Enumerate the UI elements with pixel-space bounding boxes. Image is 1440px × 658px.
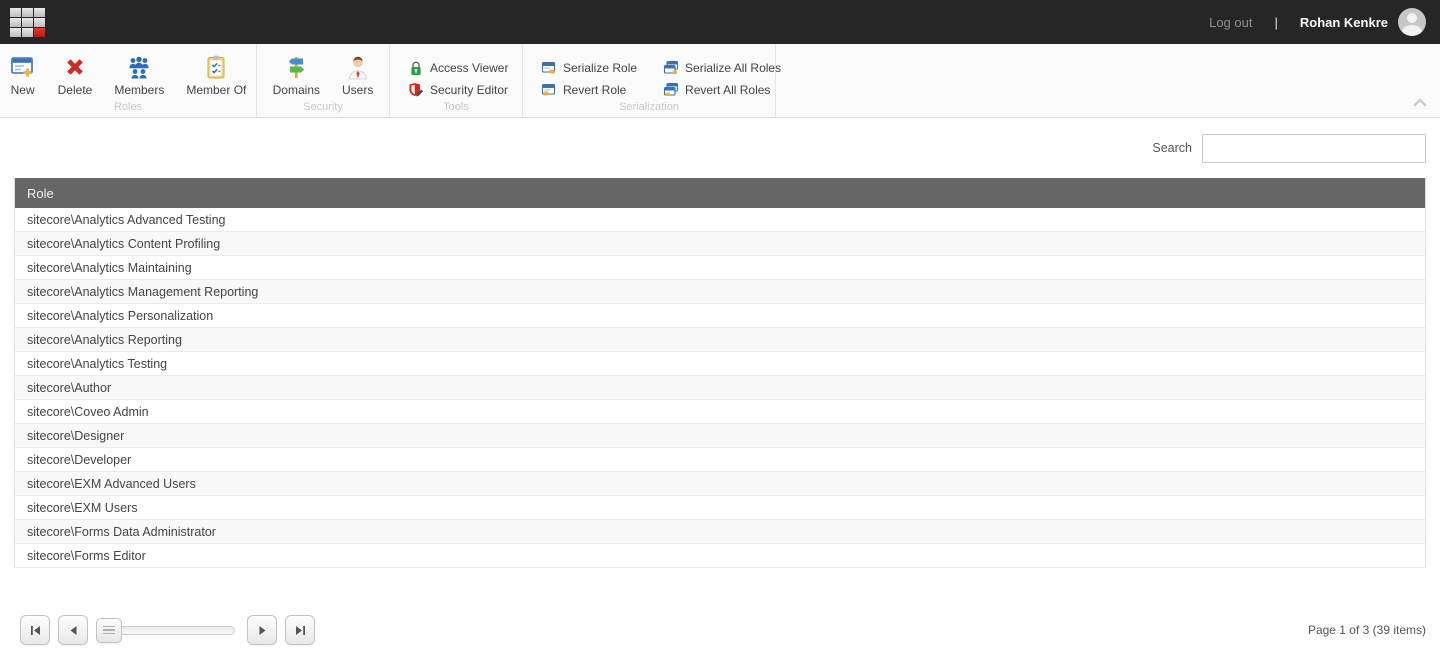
table-row[interactable]: sitecore\Author [15, 376, 1425, 400]
revert-role-button[interactable]: Revert Role [541, 82, 637, 98]
previous-page-button[interactable] [58, 615, 88, 645]
previous-page-icon [68, 625, 79, 636]
button-label: Access Viewer [430, 61, 508, 75]
sitecore-logo-icon[interactable] [10, 8, 45, 37]
ribbon-group-label: Security [257, 101, 389, 113]
table-row[interactable]: sitecore\EXM Users [15, 496, 1425, 520]
table-row[interactable]: sitecore\Coveo Admin [15, 400, 1425, 424]
serialize-all-windows-icon [663, 60, 679, 76]
table-row[interactable]: sitecore\Analytics Maintaining [15, 256, 1425, 280]
table-row[interactable]: sitecore\Analytics Testing [15, 352, 1425, 376]
security-editor-button[interactable]: Security Editor [408, 82, 508, 98]
button-label: Revert Role [563, 83, 626, 97]
button-label: Members [114, 83, 164, 97]
ribbon-collapse-chevron-icon[interactable] [1412, 95, 1428, 113]
topbar: Log out | Rohan Kenkre [0, 0, 1440, 44]
ribbon-group-label: Roles [0, 101, 256, 113]
page-slider-track[interactable] [119, 626, 235, 635]
logout-link[interactable]: Log out [1209, 15, 1252, 30]
button-label: Revert All Roles [685, 83, 770, 97]
table-row[interactable]: sitecore\Forms Data Administrator [15, 520, 1425, 544]
search-input[interactable] [1202, 134, 1426, 163]
ribbon-group-label: Serialization [523, 101, 775, 113]
ribbon-toolbar: New Delete Members [0, 44, 1440, 118]
new-window-icon [10, 54, 36, 80]
last-page-icon [295, 625, 306, 636]
ribbon-group-label: Tools [390, 101, 522, 113]
signpost-icon [283, 54, 309, 80]
table-row[interactable]: sitecore\Developer [15, 448, 1425, 472]
revert-window-icon [541, 82, 557, 98]
topbar-user-area: Log out | Rohan Kenkre [1209, 8, 1426, 36]
table-row[interactable]: sitecore\Analytics Advanced Testing [15, 208, 1425, 232]
delete-role-button[interactable]: Delete [47, 54, 104, 97]
button-label: New [11, 83, 35, 97]
table-row[interactable]: sitecore\Analytics Personalization [15, 304, 1425, 328]
table-row[interactable]: sitecore\Analytics Management Reporting [15, 280, 1425, 304]
ribbon-group-security: Domains Users Security [257, 44, 390, 117]
next-page-icon [257, 625, 268, 636]
table-row[interactable]: sitecore\EXM Advanced Users [15, 472, 1425, 496]
table-row[interactable]: sitecore\Analytics Content Profiling [15, 232, 1425, 256]
new-role-button[interactable]: New [0, 54, 47, 97]
table-row[interactable]: sitecore\Forms Editor [15, 544, 1425, 568]
user-person-icon [345, 54, 371, 80]
button-label: Domains [273, 83, 320, 97]
access-viewer-button[interactable]: Access Viewer [408, 60, 508, 76]
role-table-body: sitecore\Analytics Advanced Testingsitec… [15, 208, 1425, 568]
shield-pencil-icon [408, 82, 424, 98]
search-label: Search [1152, 141, 1192, 155]
lock-icon [408, 60, 424, 76]
clipboard-check-icon [203, 54, 229, 80]
page-slider [96, 618, 235, 643]
table-row[interactable]: sitecore\Analytics Reporting [15, 328, 1425, 352]
role-table: Role sitecore\Analytics Advanced Testing… [14, 178, 1426, 568]
button-label: Serialize Role [563, 61, 637, 75]
domains-button[interactable]: Domains [262, 54, 331, 97]
users-button[interactable]: Users [331, 54, 384, 97]
first-page-button[interactable] [20, 615, 50, 645]
ribbon-group-tools: Access Viewer Security Editor Tools [390, 44, 523, 117]
pager-status: Page 1 of 3 (39 items) [1308, 623, 1426, 637]
delete-x-icon [62, 54, 88, 80]
revert-all-roles-button[interactable]: Revert All Roles [663, 82, 781, 98]
table-row[interactable]: sitecore\Designer [15, 424, 1425, 448]
serialize-all-roles-button[interactable]: Serialize All Roles [663, 60, 781, 76]
members-group-icon [126, 54, 152, 80]
member-of-button[interactable]: Member Of [175, 54, 257, 97]
user-name[interactable]: Rohan Kenkre [1300, 15, 1388, 30]
search-bar: Search [0, 133, 1426, 163]
serialize-role-button[interactable]: Serialize Role [541, 60, 637, 76]
revert-all-windows-icon [663, 82, 679, 98]
button-label: Member Of [186, 83, 246, 97]
role-column-header: Role [15, 178, 1425, 208]
pager: Page 1 of 3 (39 items) [20, 614, 1426, 646]
topbar-separator: | [1274, 15, 1277, 30]
ribbon-group-roles: New Delete Members [0, 44, 257, 117]
next-page-button[interactable] [247, 615, 277, 645]
ribbon-group-serialization: Serialize Role Revert Role [523, 44, 776, 117]
last-page-button[interactable] [285, 615, 315, 645]
serialize-window-icon [541, 60, 557, 76]
user-avatar[interactable] [1398, 8, 1426, 36]
button-label: Security Editor [430, 83, 508, 97]
page-slider-thumb[interactable] [96, 618, 122, 643]
button-label: Serialize All Roles [685, 61, 781, 75]
members-button[interactable]: Members [103, 54, 175, 97]
button-label: Delete [58, 83, 93, 97]
first-page-icon [30, 625, 41, 636]
button-label: Users [342, 83, 373, 97]
